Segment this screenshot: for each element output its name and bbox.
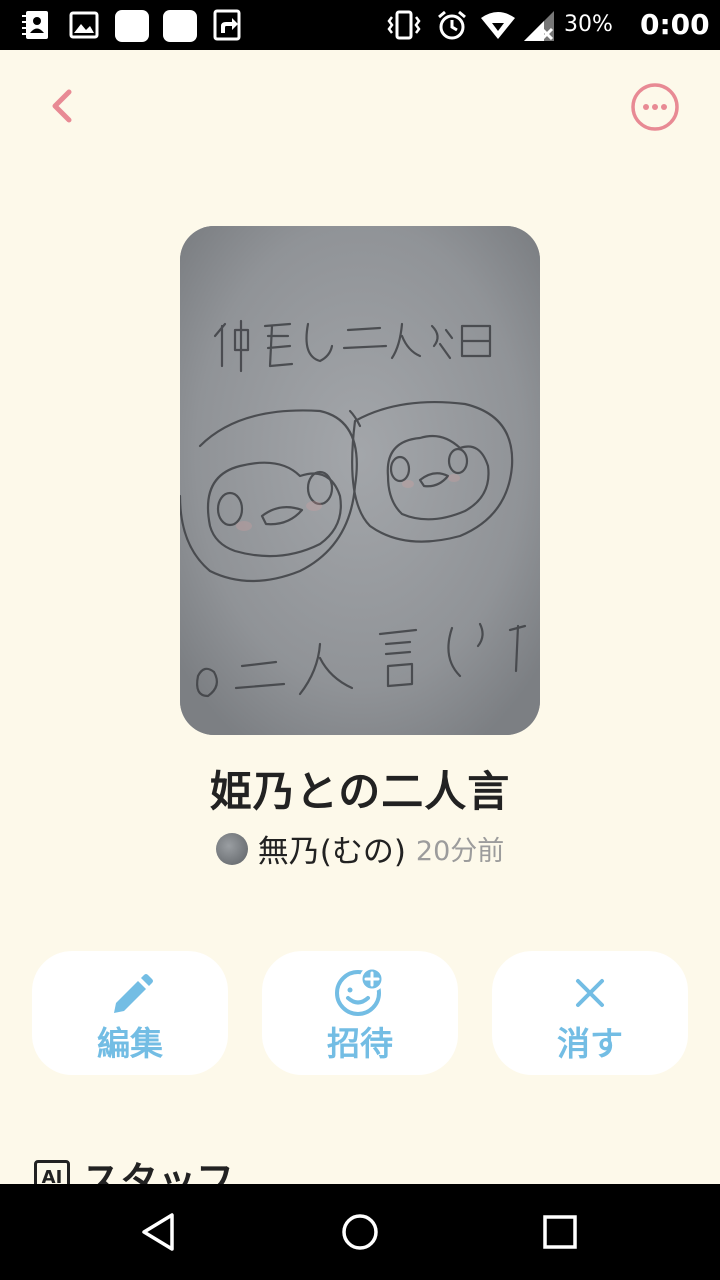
delete-label: 消す [557, 1024, 623, 1063]
alarm-icon [438, 10, 466, 40]
app-notification-icon [115, 10, 149, 42]
chevron-left-icon [52, 89, 72, 123]
author-name[interactable]: 無乃(むの) [258, 826, 406, 871]
status-bar: 30% 0:00 [0, 0, 720, 50]
app-notification-icon-2 [163, 10, 197, 42]
vibrate-icon [387, 10, 421, 40]
avatar[interactable] [215, 832, 248, 865]
wifi-icon [481, 12, 515, 39]
post-time: 20分前 [415, 836, 505, 867]
share-notification-icon [213, 9, 241, 41]
navigation-bar [0, 1184, 720, 1280]
cellular-signal-icon [524, 11, 554, 41]
invite-button[interactable]: 招待 [262, 951, 458, 1075]
pencil-icon [114, 974, 153, 1013]
more-horizontal-icon [631, 83, 679, 131]
author-row[interactable]: 無乃(むの) 20分前 [0, 826, 720, 871]
image-notification-icon [69, 11, 99, 39]
back-button[interactable] [36, 80, 92, 136]
nav-home-icon[interactable] [336, 1208, 384, 1256]
invite-label: 招待 [327, 1024, 393, 1063]
more-options-button[interactable] [626, 78, 684, 136]
nav-back-icon[interactable] [136, 1208, 184, 1256]
battery-percent: 30% [564, 12, 613, 37]
edit-label: 編集 [97, 1024, 163, 1063]
cover-drawing [180, 226, 540, 735]
book-title: 姫乃との二人言 [209, 767, 511, 816]
edit-button[interactable]: 編集 [32, 951, 228, 1075]
contacts-notification-icon [22, 11, 48, 39]
delete-button[interactable]: 消す [492, 951, 688, 1075]
close-icon [576, 979, 604, 1007]
cover-image[interactable] [180, 226, 540, 735]
nav-recents-icon[interactable] [536, 1208, 584, 1256]
add-person-icon [335, 967, 385, 1016]
clock: 0:00 [640, 8, 710, 41]
